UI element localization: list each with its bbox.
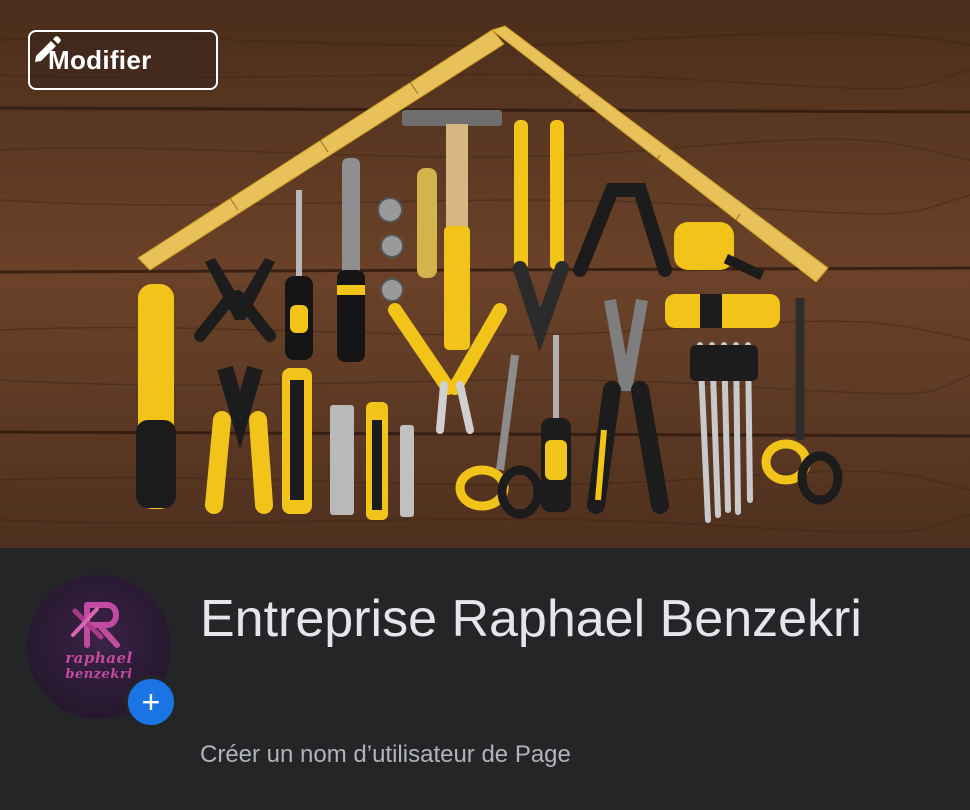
edit-cover-button[interactable]: Modifier bbox=[28, 30, 218, 90]
page-title: Entreprise Raphael Benzekri bbox=[200, 590, 862, 648]
add-profile-photo-button[interactable]: + bbox=[125, 676, 177, 728]
create-username-link[interactable]: Créer un nom d’utilisateur de Page bbox=[200, 741, 571, 769]
avatar-text-line1: raphael bbox=[65, 649, 133, 667]
profile-header: raphael benzekri + Entreprise Raphael Be… bbox=[0, 548, 970, 810]
plus-icon: + bbox=[141, 684, 161, 720]
cover-photo[interactable]: Modifier bbox=[0, 0, 970, 548]
pencil-icon bbox=[35, 36, 61, 62]
